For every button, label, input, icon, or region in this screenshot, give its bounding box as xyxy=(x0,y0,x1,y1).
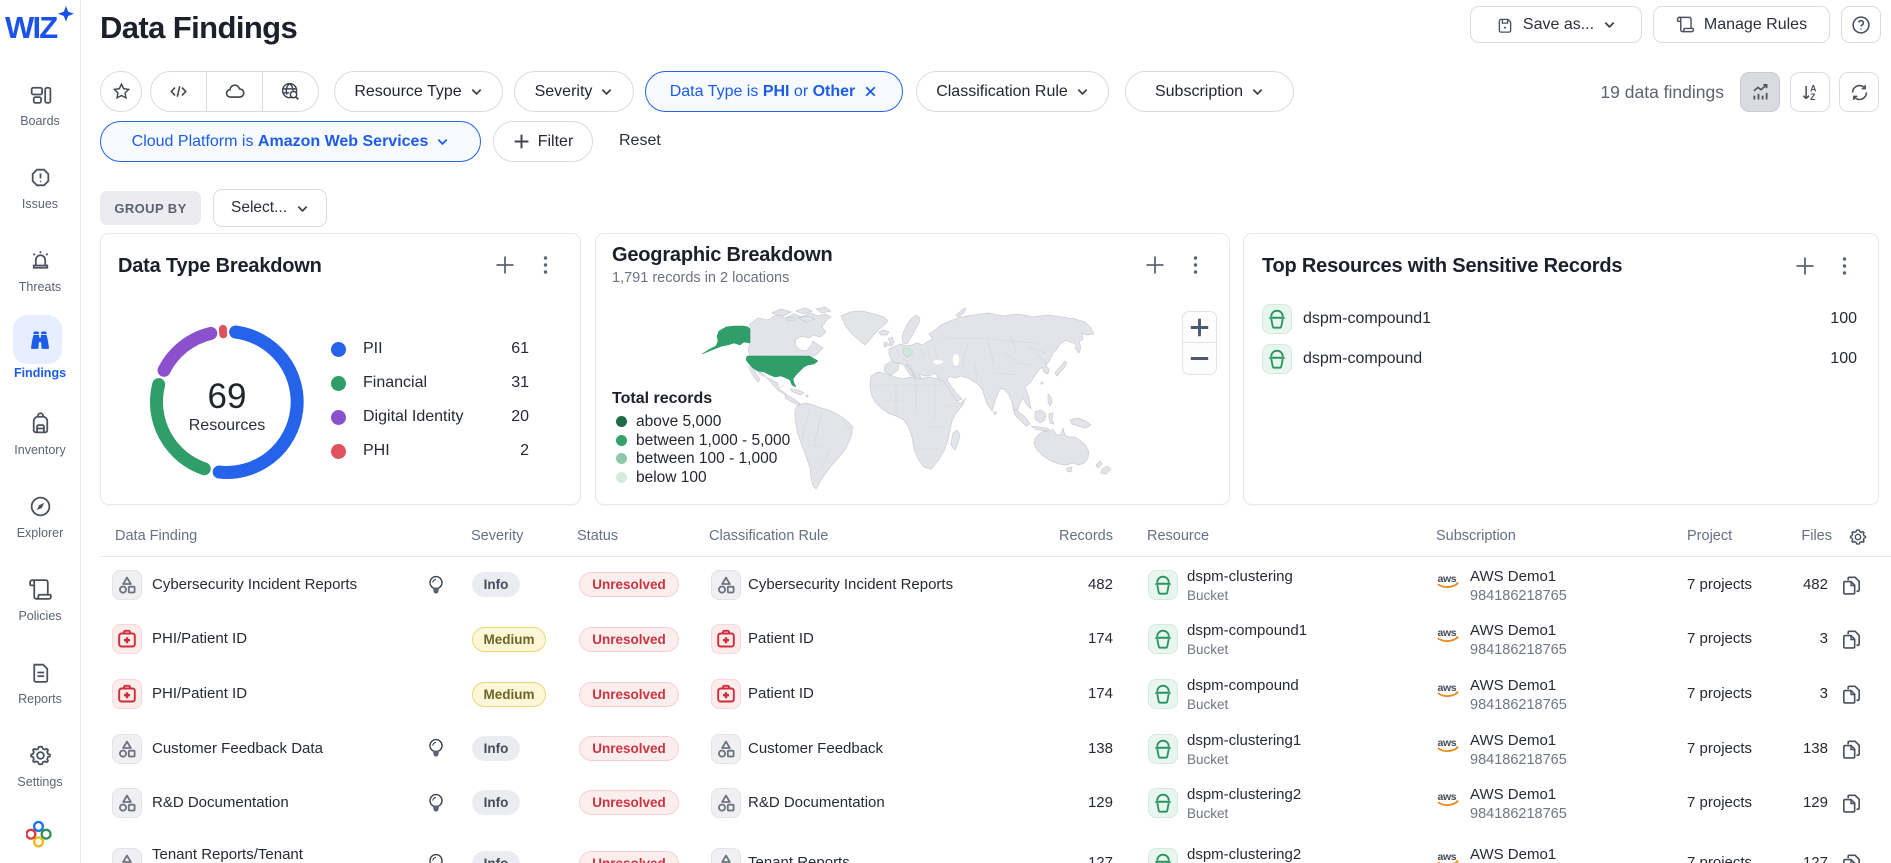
svg-text:aws: aws xyxy=(1438,737,1457,749)
svg-text:aws: aws xyxy=(1438,682,1457,694)
svg-text:aws: aws xyxy=(1438,851,1457,863)
svg-text:aws: aws xyxy=(1438,573,1457,585)
svg-text:Z: Z xyxy=(1810,91,1816,101)
svg-text:WIZ: WIZ xyxy=(5,10,58,45)
svg-text:aws: aws xyxy=(1438,627,1457,639)
svg-text:aws: aws xyxy=(1438,791,1457,803)
